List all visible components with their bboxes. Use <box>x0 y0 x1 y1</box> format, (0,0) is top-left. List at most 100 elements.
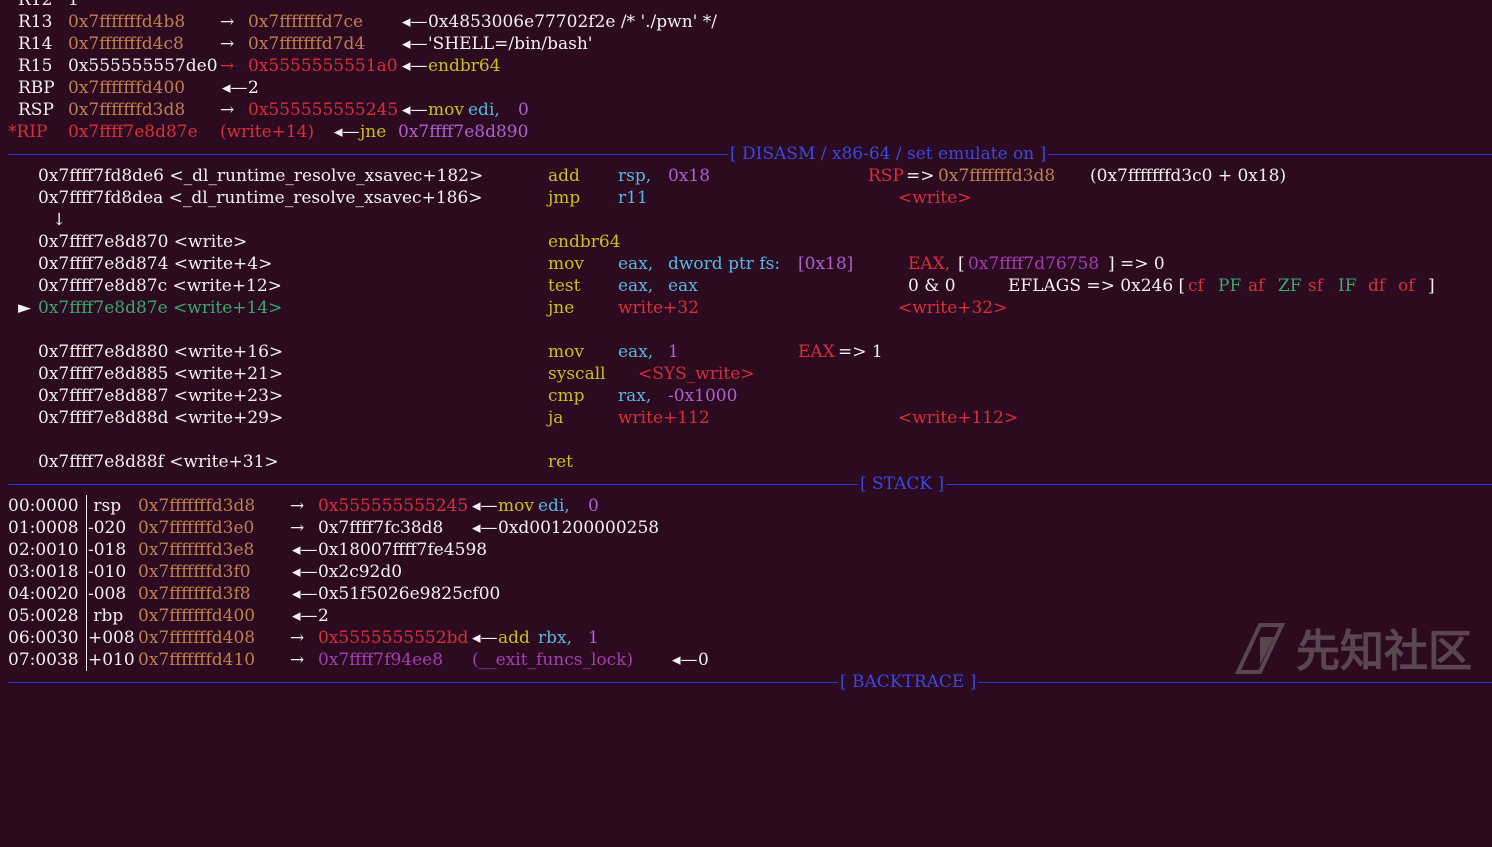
deref-arrow-icon: ◂— <box>334 122 360 142</box>
deref-value: 'SHELL=/bin/bash' <box>428 34 593 54</box>
instr-arg: 0 <box>518 100 529 120</box>
stack-value: 0x2c92d0 <box>318 562 403 582</box>
register-value: 0x7fffffffd4c8 <box>68 34 184 54</box>
register-r14: R14 0x7fffffffd4c8 → 0x7fffffffd7d4 ◂— '… <box>0 33 1492 55</box>
watermark-text: 先知社区 <box>1296 626 1472 677</box>
pointer-value: 0x7fffffffd7ce <box>248 12 364 32</box>
disasm-line: 0x7ffff7fd8dea <_dl_runtime_resolve_xsav… <box>0 187 1492 209</box>
instr-arg: rsp, <box>618 166 652 186</box>
stack-index: 02:0010 <box>8 540 79 560</box>
stack-index: 05:0028 <box>8 606 79 626</box>
jump-indicator: ↓ <box>0 209 1492 231</box>
emu-comment: EAX <box>798 342 835 362</box>
stack-offset: -018 <box>88 540 127 560</box>
deref-arrow-icon: ◂— <box>402 34 428 54</box>
symbol-value: (__exit_funcs_lock) <box>472 650 634 670</box>
instr-arg: 1 <box>668 342 679 362</box>
instr-address: 0x7ffff7e8d870 <write> <box>38 232 248 252</box>
emu-comment: 0x7fffffffd3d8 <box>938 166 1056 186</box>
stack-offset: -010 <box>88 562 127 582</box>
stack-row: 01:0008 -020 0x7fffffffd3e0 → 0x7ffff7fc… <box>0 517 1492 539</box>
stack-index: 06:0030 <box>8 628 79 648</box>
deref-value: 0 <box>698 650 709 670</box>
instr-arg: 1 <box>588 628 599 648</box>
stack-address: 0x7fffffffd400 <box>138 606 256 626</box>
deref-value: 2 <box>248 78 259 98</box>
backtrace-header: [ BACKTRACE ] <box>838 671 979 693</box>
deref-arrow-icon: ◂— <box>402 100 428 120</box>
disasm-line: 0x7ffff7e8d885 <write+21> syscall <SYS_w… <box>0 363 1492 385</box>
flag-df: df <box>1368 276 1386 296</box>
instr-arg: r11 <box>618 188 648 208</box>
eflags-close: ] <box>1428 276 1435 296</box>
deref-arrow-icon: ◂— <box>472 518 498 538</box>
deref-value: 0xd001200000258 <box>498 518 660 538</box>
stack-row: 04:0020 -008 0x7fffffffd3f8 ◂— 0x51f5026… <box>0 583 1492 605</box>
instr-address: 0x7ffff7e8d87c <write+12> <box>38 276 282 296</box>
flag-sf: sf <box>1308 276 1324 296</box>
instr-arg: <SYS_write> <box>638 364 755 384</box>
disasm-line: 0x7ffff7e8d88f <write+31> ret <box>0 451 1492 473</box>
register-name: R14 <box>18 34 53 54</box>
arrow-icon: → <box>220 12 235 32</box>
stack-address: 0x7fffffffd3e8 <box>138 540 255 560</box>
deref-arrow-icon: ◂— <box>402 12 428 32</box>
register-value: 0x7ffff7e8d87e <box>68 122 198 142</box>
register-r12: R12 1 <box>0 0 1492 11</box>
instr-arg: rax, <box>618 386 652 406</box>
register-value: 0x7fffffffd400 <box>68 78 186 98</box>
register-value: 0x555555557de0 <box>68 56 218 76</box>
disasm-header: [ DISASM / x86-64 / set emulate on ] <box>728 143 1049 165</box>
disasm-line: 0x7ffff7e8d870 <write> endbr64 <box>0 231 1492 253</box>
instr-op: jne <box>360 122 387 142</box>
instr-arg: -0x1000 <box>668 386 738 406</box>
register-value: 1 <box>68 0 79 10</box>
emu-comment: EAX, <box>908 254 951 274</box>
watermark: 先知社区 <box>1230 615 1472 679</box>
instr-address: 0x7ffff7e8d887 <write+23> <box>38 386 284 406</box>
instr-address: 0x7ffff7fd8de6 <_dl_runtime_resolve_xsav… <box>38 166 484 186</box>
deref-value: endbr64 <box>428 56 501 76</box>
disasm-line-current: ► 0x7ffff7e8d87e <write+14> jne write+32… <box>0 297 1492 319</box>
register-name: *RIP <box>8 122 48 142</box>
disasm-line: 0x7ffff7fd8de6 <_dl_runtime_resolve_xsav… <box>0 165 1492 187</box>
deref-arrow-icon: ◂— <box>402 56 428 76</box>
disasm-line: 0x7ffff7e8d887 <write+23> cmp rax, -0x10… <box>0 385 1492 407</box>
register-value: 0x7fffffffd3d8 <box>68 100 186 120</box>
flag-of: of <box>1398 276 1415 296</box>
emu-comment: 0 & 0 <box>908 276 956 296</box>
watermark-logo-icon <box>1234 623 1286 674</box>
disasm-line: 0x7ffff7e8d874 <write+4> mov eax, dword … <box>0 253 1492 275</box>
instr-op: add <box>498 628 530 648</box>
stack-offset: rbp <box>88 606 124 626</box>
instr-arg: eax <box>668 276 698 296</box>
instr-op: mov <box>548 342 584 362</box>
instr-op: mov <box>498 496 534 516</box>
emu-comment: 0x7ffff7d76758 <box>968 254 1100 274</box>
backtrace-separator <box>8 682 1492 683</box>
emu-comment: => 1 <box>838 342 883 362</box>
instr-address: 0x7ffff7e8d88f <write+31> <box>38 452 279 472</box>
instr-arg: edi, <box>538 496 570 516</box>
instr-op: endbr64 <box>548 232 621 252</box>
stack-index: 03:0018 <box>8 562 79 582</box>
emu-comment: <write+32> <box>898 298 1008 318</box>
arrow-icon: → <box>290 628 305 648</box>
register-name: R12 <box>18 0 53 10</box>
deref-value: 0x4853006e77702f2e /* './pwn' */ <box>428 12 717 32</box>
flag-af: af <box>1248 276 1265 296</box>
instr-op: ret <box>548 452 574 472</box>
instr-op: add <box>548 166 580 186</box>
deref-arrow-icon: ◂— <box>472 628 498 648</box>
stack-separator <box>8 484 1492 485</box>
stack-row: 02:0010 -018 0x7fffffffd3e8 ◂— 0x18007ff… <box>0 539 1492 561</box>
stack-offset: -020 <box>88 518 127 538</box>
emu-comment: RSP <box>868 166 904 186</box>
symbol-value: (write+14) <box>220 122 315 142</box>
register-rsp: RSP 0x7fffffffd3d8 → 0x555555555245 ◂— m… <box>0 99 1492 121</box>
stack-index: 01:0008 <box>8 518 79 538</box>
instr-arg: 0 <box>588 496 599 516</box>
disasm-line: 0x7ffff7e8d880 <write+16> mov eax, 1 EAX… <box>0 341 1492 363</box>
stack-address: 0x7fffffffd408 <box>138 628 256 648</box>
instr-op: jne <box>548 298 575 318</box>
